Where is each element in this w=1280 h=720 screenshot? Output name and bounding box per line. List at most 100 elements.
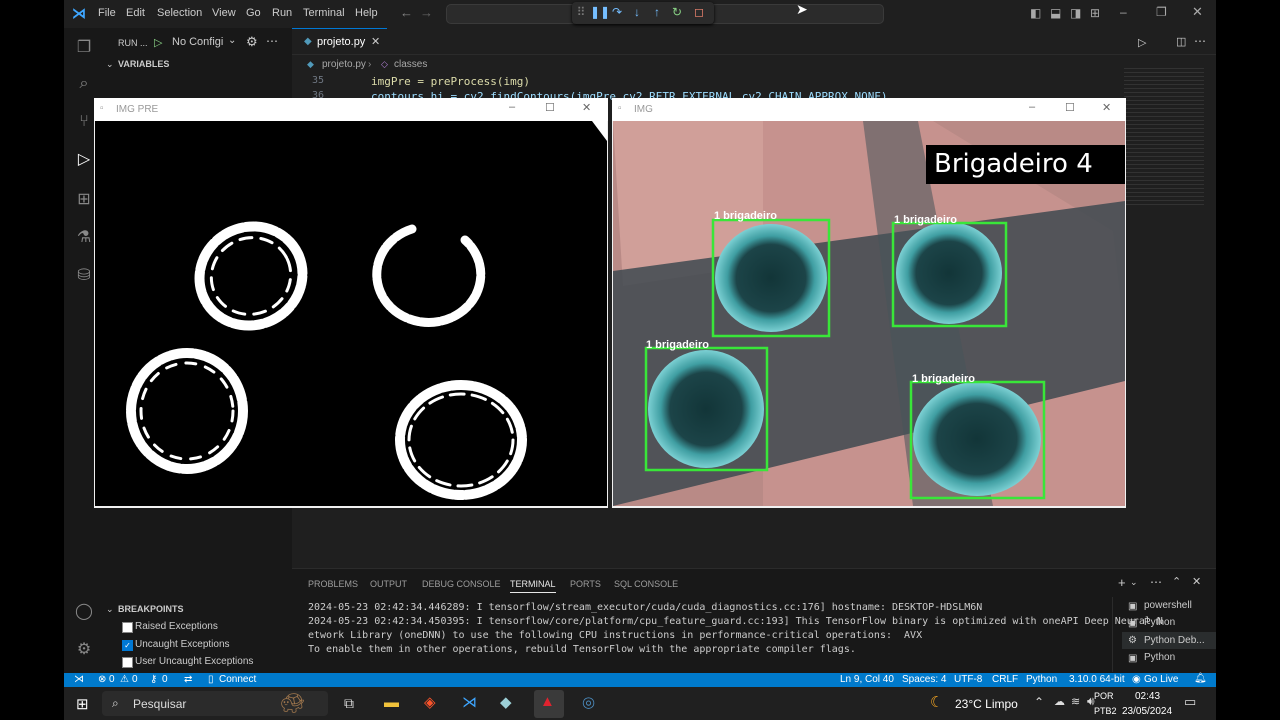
- search-icon[interactable]: ⌕: [74, 74, 94, 94]
- restore-icon[interactable]: ❐: [1156, 5, 1167, 19]
- chevron-down-icon[interactable]: ⌄: [106, 59, 114, 70]
- debug-settings-icon[interactable]: ⚙: [246, 34, 258, 50]
- run-file-icon[interactable]: ▷: [1138, 36, 1146, 49]
- file-explorer-icon[interactable]: ▬: [384, 694, 399, 711]
- maximize-icon[interactable]: ☐: [545, 101, 555, 114]
- clock-time[interactable]: 02:43: [1135, 691, 1160, 702]
- close-icon[interactable]: ✕: [582, 101, 591, 114]
- split-editor-icon[interactable]: ◫: [1176, 35, 1186, 48]
- back-arrow-icon[interactable]: ←: [400, 5, 413, 20]
- forward-arrow-icon[interactable]: →: [420, 5, 433, 20]
- customize-layout-icon[interactable]: ⊞: [1090, 6, 1100, 20]
- stop-icon[interactable]: ◻: [692, 5, 706, 19]
- launch-config-select[interactable]: No Configi: [172, 36, 223, 48]
- step-over-icon[interactable]: ↷: [610, 5, 624, 19]
- line-ending[interactable]: CRLF: [992, 674, 1018, 685]
- go-live-button[interactable]: Go Live: [1144, 674, 1178, 685]
- more-actions-icon[interactable]: ⋯: [1150, 575, 1162, 589]
- minimize-icon[interactable]: –: [509, 101, 515, 113]
- bp-checkbox-uncaught[interactable]: ✓: [122, 640, 133, 651]
- code-line-35[interactable]: imgPre = preProcess(img): [371, 75, 530, 88]
- task-view-icon[interactable]: ⧉: [344, 695, 354, 712]
- menu-terminal[interactable]: Terminal: [303, 7, 345, 19]
- tray-expand-icon[interactable]: ⌃: [1034, 695, 1044, 709]
- menu-help[interactable]: Help: [355, 7, 378, 19]
- maximize-icon[interactable]: ☐: [1065, 101, 1075, 114]
- app-taskbar-icon[interactable]: ◆: [500, 693, 512, 711]
- new-terminal-icon[interactable]: +: [1118, 575, 1126, 590]
- start-debug-icon[interactable]: ▷: [154, 36, 162, 49]
- layout-panel-icon[interactable]: ⬓: [1050, 6, 1061, 20]
- bp-checkbox-raised[interactable]: [122, 622, 133, 633]
- cursor-position[interactable]: Ln 9, Col 40: [840, 674, 894, 685]
- menu-go[interactable]: Go: [246, 7, 261, 19]
- close-panel-icon[interactable]: ✕: [1192, 575, 1201, 588]
- tab-debug-console[interactable]: DEBUG CONSOLE: [422, 579, 501, 589]
- tab-ports[interactable]: PORTS: [570, 579, 601, 589]
- wifi-icon[interactable]: ≋: [1071, 695, 1080, 708]
- python-taskbar-icon[interactable]: ◎: [582, 693, 595, 711]
- step-out-icon[interactable]: ↑: [650, 5, 664, 19]
- cloud-icon[interactable]: ☁: [1054, 695, 1065, 708]
- minimap[interactable]: [1124, 68, 1204, 208]
- terminal-instance[interactable]: Python: [1144, 617, 1175, 628]
- close-icon[interactable]: ✕: [1102, 101, 1111, 114]
- live-share-icon[interactable]: ⇄: [184, 674, 192, 685]
- chevron-down-icon[interactable]: ⌄: [228, 35, 236, 46]
- tab-projeto-py[interactable]: ◆ projeto.py ✕: [292, 28, 387, 55]
- terminal-instance[interactable]: Python Deb...: [1144, 635, 1205, 646]
- maximize-panel-icon[interactable]: ⌃: [1172, 575, 1181, 588]
- pause-icon[interactable]: ❚❚: [590, 5, 610, 19]
- run-debug-icon[interactable]: ▷: [74, 150, 94, 170]
- terminal-instance[interactable]: Python: [1144, 652, 1175, 663]
- windows-start-icon[interactable]: ⊞: [76, 695, 89, 713]
- weather-text[interactable]: 23°C Limpo: [955, 697, 1018, 711]
- explorer-icon[interactable]: ❐: [74, 38, 94, 58]
- close-tab-icon[interactable]: ✕: [371, 35, 380, 48]
- breakpoints-header[interactable]: BREAKPOINTS: [118, 604, 184, 614]
- more-actions-icon[interactable]: ⋯: [266, 34, 278, 48]
- window-titlebar[interactable]: [94, 98, 608, 121]
- vscode-taskbar-icon[interactable]: ⋊: [462, 693, 477, 711]
- variables-header[interactable]: VARIABLES: [118, 59, 169, 69]
- menu-file[interactable]: File: [98, 7, 116, 19]
- more-actions-icon[interactable]: ⋯: [1194, 34, 1206, 48]
- indentation[interactable]: Spaces: 4: [902, 674, 946, 685]
- restart-icon[interactable]: ↻: [670, 5, 684, 19]
- minimize-icon[interactable]: –: [1120, 5, 1127, 19]
- tab-sql-console[interactable]: SQL CONSOLE: [614, 579, 678, 589]
- breadcrumb-file[interactable]: projeto.py: [322, 59, 366, 70]
- menu-run[interactable]: Run: [272, 7, 292, 19]
- step-into-icon[interactable]: ↓: [630, 5, 644, 19]
- language-mode[interactable]: Python: [1026, 674, 1057, 685]
- drag-handle-icon[interactable]: ⠿: [574, 5, 588, 19]
- ports-icon[interactable]: ⚷: [150, 674, 157, 685]
- close-icon[interactable]: ✕: [1192, 4, 1203, 20]
- source-control-icon[interactable]: ⑂: [74, 112, 94, 132]
- connect-button[interactable]: Connect: [219, 674, 256, 685]
- notification-center-icon[interactable]: ▭: [1184, 694, 1196, 710]
- menu-selection[interactable]: Selection: [157, 7, 202, 19]
- menu-view[interactable]: View: [212, 7, 236, 19]
- taskbar-search-input[interactable]: Pesquisar: [133, 697, 186, 711]
- window-titlebar[interactable]: [612, 98, 1126, 121]
- bp-checkbox-user-uncaught[interactable]: [122, 657, 133, 668]
- language-secondary[interactable]: PTB2: [1094, 706, 1117, 716]
- breadcrumb-symbol[interactable]: classes: [394, 59, 427, 70]
- encoding[interactable]: UTF-8: [954, 674, 982, 685]
- python-interpreter[interactable]: 3.10.0 64-bit: [1069, 674, 1125, 685]
- database-icon[interactable]: ⛁: [74, 266, 94, 286]
- tab-problems[interactable]: PROBLEMS: [308, 579, 358, 589]
- extensions-icon[interactable]: ⊞: [74, 190, 94, 210]
- layout-sidebar-icon[interactable]: ◧: [1030, 6, 1041, 20]
- testing-icon[interactable]: ⚗: [74, 228, 94, 248]
- layout-secondary-icon[interactable]: ◨: [1070, 6, 1081, 20]
- menu-edit[interactable]: Edit: [126, 7, 145, 19]
- notifications-icon[interactable]: 🔔︎: [1194, 673, 1207, 684]
- minimize-icon[interactable]: –: [1029, 101, 1035, 113]
- brave-browser-icon[interactable]: ◈: [424, 693, 436, 711]
- tab-terminal[interactable]: TERMINAL: [510, 579, 556, 593]
- account-icon[interactable]: ◯: [74, 602, 94, 622]
- settings-gear-icon[interactable]: ⚙: [74, 640, 94, 660]
- tab-output[interactable]: OUTPUT: [370, 579, 407, 589]
